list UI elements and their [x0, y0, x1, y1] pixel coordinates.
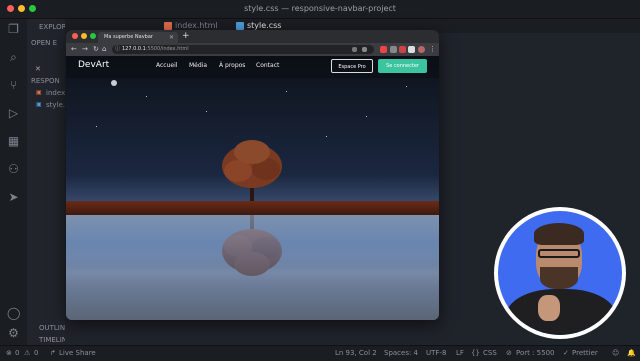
espace-pro-button[interactable]: Espace Pro [331, 59, 373, 73]
feedback-icon[interactable]: ☺ [612, 346, 619, 361]
star [286, 91, 287, 92]
live-share-icon[interactable]: ➤ [7, 191, 20, 204]
outline-section[interactable]: OUTLINE [39, 324, 65, 332]
notifications-icon[interactable]: 🔔 [627, 346, 636, 361]
files-icon[interactable]: ❐ [7, 23, 20, 36]
browser-close-icon[interactable] [72, 33, 78, 39]
presenter-hair [534, 223, 584, 245]
site-navbar: DevArt Accueil Média À propos Contact Es… [66, 56, 439, 78]
error-icon[interactable]: ⊗ [6, 346, 12, 361]
language-mode[interactable]: CSS [483, 346, 497, 361]
broadcast-icon[interactable]: ⊘ [506, 346, 512, 361]
explorer-sidebar: EXPLORER OPEN E ✕ RESPON ▣ index ▣ style… [27, 19, 65, 345]
extensions-icon[interactable]: ▦ [7, 135, 20, 148]
check-icon[interactable]: ✓ [563, 346, 569, 361]
nav-link-media[interactable]: Média [189, 62, 207, 69]
browser-tab-strip: Ma superbe Navbar ✕ + [66, 30, 439, 43]
page-hero: DevArt Accueil Média À propos Contact Es… [66, 56, 439, 320]
braces-icon[interactable]: {} [471, 346, 480, 361]
webcam-video [498, 211, 622, 335]
nav-link-a-propos[interactable]: À propos [219, 62, 245, 69]
zoom-icon[interactable] [352, 47, 357, 52]
search-icon[interactable]: ⌕ [7, 51, 20, 64]
address-bar[interactable]: ⓘ 127.0.0.1:5500/index.html [112, 45, 374, 54]
live-share-icon[interactable]: ↱ [50, 346, 56, 361]
url-path: :5500/index.html [145, 46, 189, 52]
moon-icon [111, 80, 117, 86]
home-icon[interactable]: ⌂ [102, 43, 106, 56]
presenter-body [506, 289, 616, 335]
back-icon[interactable]: ← [71, 43, 77, 56]
run-debug-icon[interactable]: ▷ [7, 107, 20, 120]
warning-icon[interactable]: ⚠ [24, 346, 30, 361]
webcam-overlay [494, 207, 626, 339]
extension-icon[interactable] [390, 46, 397, 53]
share-icon[interactable] [362, 47, 367, 52]
css-icon [236, 22, 244, 30]
cursor-position[interactable]: Ln 93, Col 2 [335, 346, 377, 361]
tab-label: index.html [175, 21, 218, 30]
activity-bar: ❐ ⌕ ⑂ ▷ ▦ ⚇ ➤ ◯ ⚙ [0, 19, 27, 345]
horizon-ground [66, 201, 439, 215]
explorer-title: EXPLORER [39, 23, 65, 31]
menu-icon[interactable]: ⋮ [429, 43, 436, 56]
error-count[interactable]: 0 [15, 346, 19, 361]
remote-explorer-icon[interactable]: ⚇ [7, 163, 20, 176]
nav-link-accueil[interactable]: Accueil [156, 62, 177, 69]
encoding[interactable]: UTF-8 [426, 346, 446, 361]
extension-pink-icon[interactable] [399, 46, 406, 53]
file-index[interactable]: index [46, 89, 65, 97]
source-control-icon[interactable]: ⑂ [7, 79, 20, 92]
tab-close-icon[interactable]: ✕ [169, 32, 174, 43]
presenter-beard [540, 267, 578, 289]
extension-red-icon[interactable] [380, 46, 387, 53]
tab-label: style.css [247, 21, 282, 30]
tree-icon [222, 140, 282, 203]
star [206, 111, 207, 112]
browser-maximize-icon[interactable] [90, 33, 96, 39]
html-icon [164, 22, 172, 30]
star [406, 86, 407, 87]
gear-icon[interactable]: ⚙ [7, 327, 20, 340]
css-file-icon: ▣ [36, 101, 42, 108]
reload-icon[interactable]: ↻ [93, 43, 99, 56]
browser-toolbar: ← → ↻ ⌂ ⓘ 127.0.0.1:5500/index.html ⋮ [66, 43, 439, 56]
account-icon[interactable]: ◯ [7, 307, 20, 320]
url-host: 127.0.0.1 [122, 46, 146, 52]
new-tab-icon[interactable]: + [182, 30, 190, 43]
star [146, 96, 147, 97]
prettier-status[interactable]: Prettier [572, 346, 598, 361]
presenter-hand [538, 295, 560, 321]
forward-icon[interactable]: → [82, 43, 88, 56]
glasses-icon [538, 249, 580, 258]
close-icon[interactable]: ✕ [35, 65, 41, 73]
status-bar: ⊗ 0 ⚠ 0 ↱ Live Share Ln 93, Col 2 Spaces… [0, 345, 640, 361]
star [96, 126, 97, 127]
site-logo[interactable]: DevArt [78, 60, 109, 70]
star [326, 136, 327, 137]
browser-tab-title: Ma superbe Navbar [104, 34, 153, 40]
nav-link-contact[interactable]: Contact [256, 62, 279, 69]
file-style[interactable]: style. [46, 101, 65, 109]
window-title: style.css — responsive-navbar-project [244, 4, 396, 13]
info-icon[interactable]: ⓘ [115, 45, 120, 54]
profile-icon[interactable] [418, 46, 425, 53]
live-share-label[interactable]: Live Share [59, 346, 96, 361]
line-ending[interactable]: LF [456, 346, 464, 361]
timeline-section[interactable]: TIMELINE [39, 336, 65, 344]
login-button[interactable]: Se connecter [378, 59, 427, 73]
live-server-port[interactable]: Port : 5500 [516, 346, 555, 361]
window-titlebar: style.css — responsive-navbar-project [0, 0, 640, 19]
warning-count[interactable]: 0 [34, 346, 38, 361]
indentation[interactable]: Spaces: 4 [384, 346, 418, 361]
project-section[interactable]: RESPON [31, 77, 60, 85]
sidebar-toggle-icon[interactable] [408, 46, 415, 53]
star [366, 116, 367, 117]
browser-window: Ma superbe Navbar ✕ + ← → ↻ ⌂ ⓘ 127.0.0.… [66, 30, 439, 320]
browser-minimize-icon[interactable] [81, 33, 87, 39]
water-reflection [66, 215, 439, 320]
browser-tab[interactable]: Ma superbe Navbar ✕ [98, 32, 178, 43]
open-editors-section[interactable]: OPEN E [31, 39, 57, 47]
html-file-icon: ▣ [36, 89, 42, 96]
